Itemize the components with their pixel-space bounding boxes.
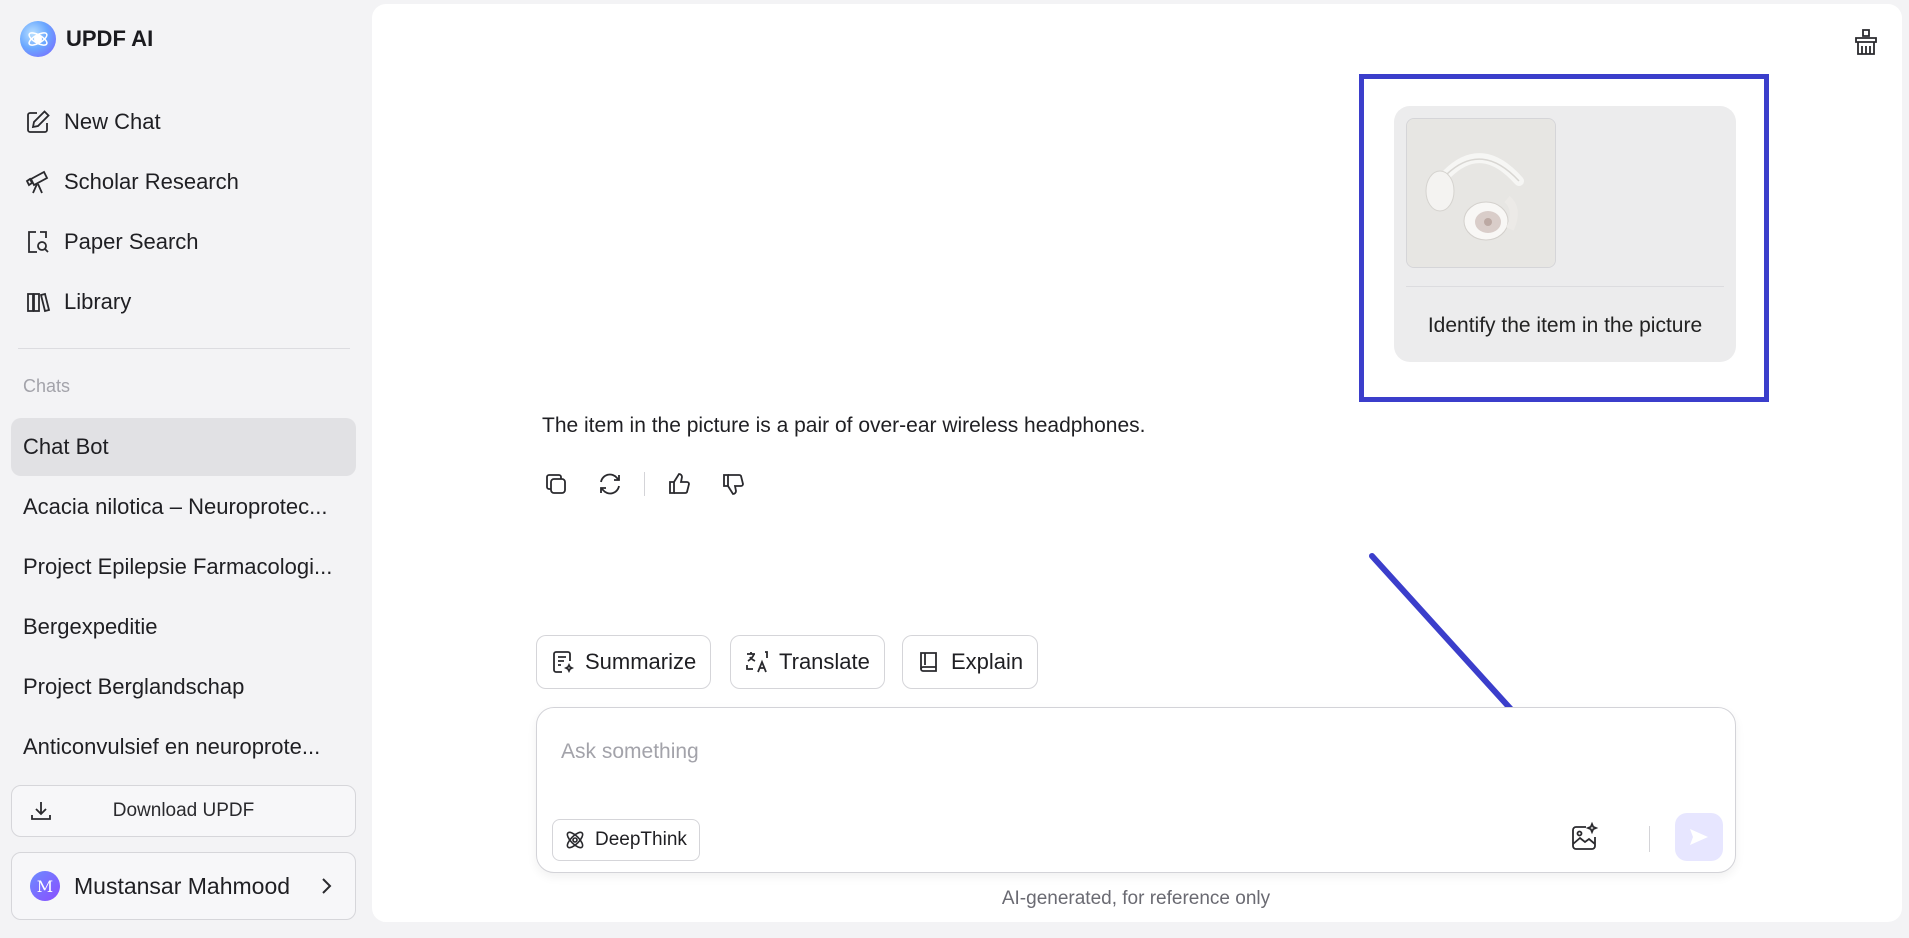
thumbs-down-icon[interactable] bbox=[719, 470, 747, 498]
updf-logo-icon bbox=[20, 21, 56, 57]
thumbs-up-icon[interactable] bbox=[665, 470, 693, 498]
message-divider bbox=[1406, 286, 1724, 287]
ai-response-actions bbox=[542, 466, 773, 502]
uploaded-image-thumbnail[interactable] bbox=[1406, 118, 1556, 268]
composer-separator bbox=[1649, 826, 1650, 852]
send-button[interactable] bbox=[1675, 813, 1723, 861]
document-search-icon bbox=[28, 231, 49, 253]
edit-icon bbox=[27, 110, 50, 133]
user-profile-button[interactable]: M Mustansar Mahmood bbox=[11, 852, 356, 920]
download-label: Download UPDF bbox=[112, 800, 255, 821]
deepthink-label: DeepThink bbox=[595, 829, 687, 850]
download-updf-button[interactable]: Download UPDF bbox=[11, 785, 356, 837]
translate-label: Translate bbox=[779, 649, 870, 674]
summarize-icon bbox=[553, 651, 575, 674]
ai-disclaimer: AI-generated, for reference only bbox=[1001, 888, 1271, 909]
summarize-button[interactable]: Summarize bbox=[536, 635, 712, 689]
nav-paper-search[interactable]: Paper Search bbox=[24, 220, 199, 264]
atom-icon bbox=[566, 831, 584, 849]
chat-item[interactable]: Chat Bot bbox=[11, 418, 356, 476]
book-icon bbox=[920, 652, 937, 672]
nav-label: New Chat bbox=[64, 109, 161, 134]
copy-icon[interactable] bbox=[542, 470, 570, 498]
translate-button[interactable]: Translate bbox=[730, 635, 885, 689]
nav-library[interactable]: Library bbox=[24, 280, 131, 324]
user-message-bubble: Identify the item in the picture bbox=[1394, 106, 1736, 362]
chat-item[interactable]: Project Epilepsie Farmacologi... bbox=[11, 538, 356, 596]
nav-label: Library bbox=[64, 289, 132, 314]
chat-panel: Identify the item in the picture The ite… bbox=[372, 4, 1902, 922]
explain-label: Explain bbox=[951, 649, 1024, 674]
sidebar: UPDF AI New Chat Scholar Research Paper … bbox=[0, 0, 371, 938]
chats-section-label: Chats bbox=[23, 376, 71, 396]
actions-separator bbox=[644, 472, 645, 496]
chevron-right-icon bbox=[322, 878, 332, 894]
avatar: M bbox=[30, 871, 60, 901]
user-message-text: Identify the item in the picture bbox=[1427, 314, 1703, 337]
headphones-image bbox=[1407, 119, 1555, 267]
chat-item[interactable]: Acacia nilotica – Neuroprotec... bbox=[11, 478, 356, 536]
translate-icon bbox=[746, 651, 768, 673]
clear-chat-icon[interactable] bbox=[1850, 26, 1882, 58]
sidebar-divider bbox=[18, 348, 350, 349]
deepthink-toggle[interactable]: DeepThink bbox=[552, 819, 700, 861]
nav-label: Paper Search bbox=[64, 229, 199, 254]
user-name: Mustansar Mahmood bbox=[74, 872, 291, 899]
summarize-label: Summarize bbox=[585, 649, 697, 674]
chat-item[interactable]: Bergexpeditie bbox=[11, 598, 356, 656]
nav-new-chat[interactable]: New Chat bbox=[24, 100, 161, 144]
nav-scholar-research[interactable]: Scholar Research bbox=[24, 160, 239, 204]
regenerate-icon[interactable] bbox=[596, 470, 624, 498]
nav-label: Scholar Research bbox=[64, 169, 239, 194]
download-icon bbox=[31, 802, 51, 820]
explain-button[interactable]: Explain bbox=[902, 635, 1039, 689]
brand-name: UPDF AI bbox=[66, 26, 154, 51]
message-composer: DeepThink bbox=[536, 707, 1736, 873]
library-icon bbox=[27, 292, 51, 313]
brand[interactable]: UPDF AI bbox=[20, 20, 153, 58]
ai-response-text: The item in the picture is a pair of ove… bbox=[542, 414, 1146, 437]
image-upload-icon[interactable] bbox=[1567, 821, 1601, 855]
ask-input[interactable] bbox=[561, 736, 1661, 768]
telescope-icon bbox=[25, 170, 49, 194]
chat-item[interactable]: Anticonvulsief en neuroprote... bbox=[11, 718, 356, 776]
send-icon bbox=[1690, 829, 1708, 845]
chat-item[interactable]: Project Berglandschap bbox=[11, 658, 356, 716]
